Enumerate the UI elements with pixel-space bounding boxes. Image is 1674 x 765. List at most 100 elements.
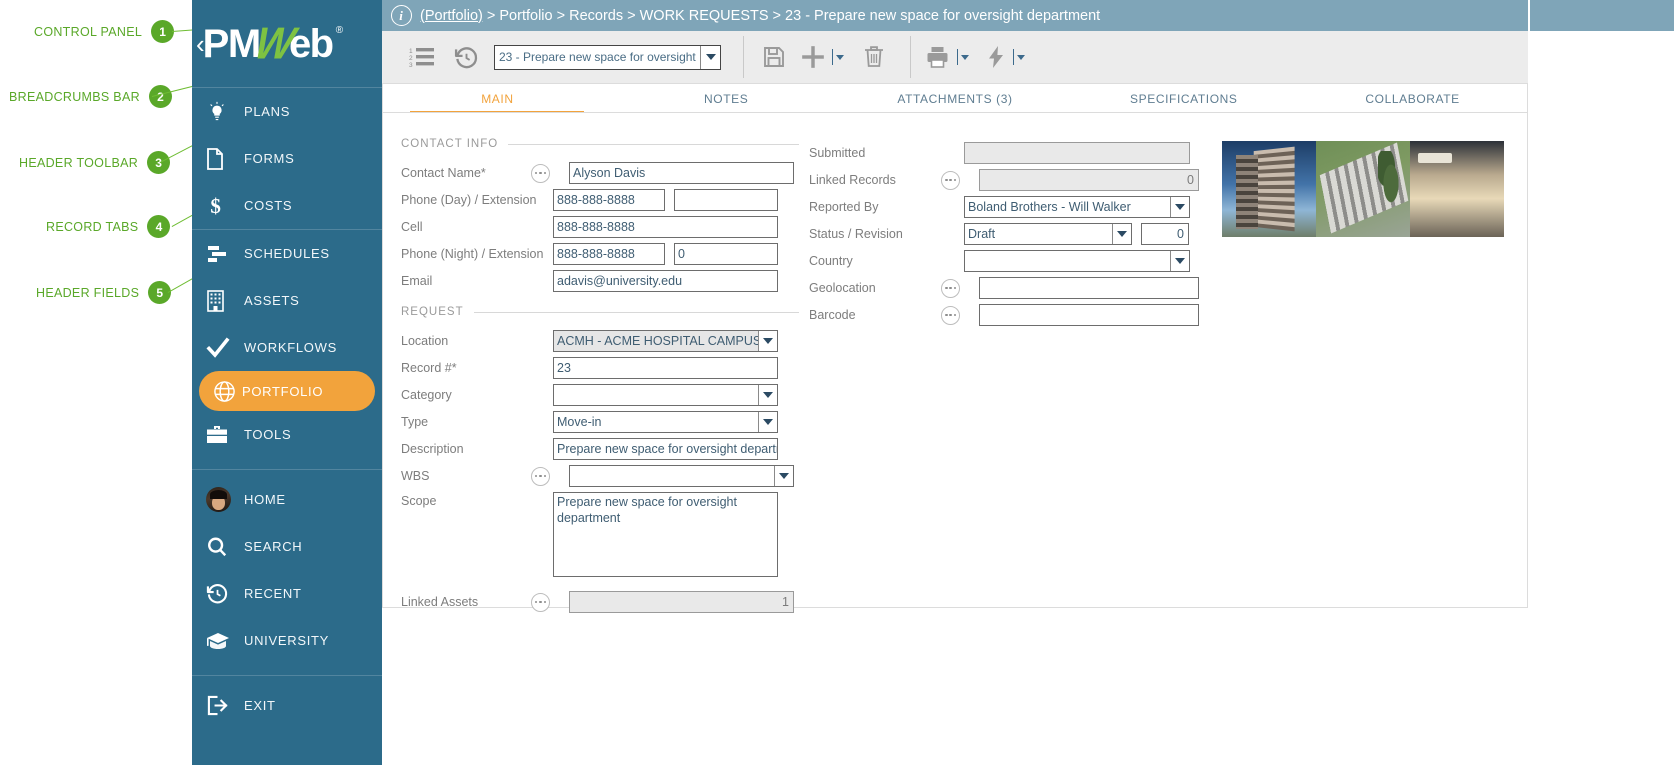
info-icon[interactable]: i	[382, 5, 420, 26]
actions-dropdown[interactable]	[1013, 49, 1025, 65]
contact-name-input[interactable]: Alyson Davis	[569, 162, 794, 184]
tab-main[interactable]: MAIN	[383, 84, 612, 113]
sidebar-item-home[interactable]: HOME	[192, 476, 382, 523]
chevron-down-icon[interactable]	[1170, 197, 1189, 217]
field-description: Description Prepare new space for oversi…	[401, 438, 799, 460]
registered-icon: ®	[336, 26, 342, 36]
section-header-contact-info: CONTACT INFO	[401, 138, 799, 150]
location-select[interactable]: ACMH - ACME HOSPITAL CAMPUS	[553, 330, 778, 352]
office-tower-photo[interactable]	[1222, 141, 1316, 237]
status-select[interactable]: Draft	[964, 223, 1132, 245]
sidebar-item-portfolio[interactable]: PORTFOLIO	[199, 371, 375, 411]
lookup-button[interactable]	[531, 164, 550, 183]
tab-collaborate[interactable]: COLLABORATE	[1298, 84, 1527, 113]
sidebar-item-label: COSTS	[244, 198, 292, 213]
chevron-down-icon[interactable]	[961, 55, 969, 60]
geolocation-input[interactable]	[979, 277, 1199, 299]
country-select[interactable]	[964, 250, 1190, 272]
field-label: Category	[401, 388, 553, 402]
left-column: CONTACT INFO Contact Name* Alyson Davis …	[401, 138, 799, 618]
sidebar-item-plans[interactable]: PLANS	[192, 88, 382, 135]
numbered-list-icon[interactable]: 123	[400, 36, 444, 78]
cell-input[interactable]: 888-888-8888	[553, 216, 778, 238]
chevron-down-icon[interactable]	[700, 46, 720, 69]
field-label: Linked Records	[809, 173, 941, 187]
sidebar-item-label: FORMS	[244, 151, 294, 166]
history-icon[interactable]	[444, 36, 488, 78]
print-button[interactable]	[919, 36, 955, 78]
tab-specifications[interactable]: SPECIFICATIONS	[1069, 84, 1298, 113]
delete-button[interactable]	[852, 36, 896, 78]
lookup-button[interactable]	[531, 593, 550, 612]
chevron-down-icon[interactable]	[774, 466, 793, 486]
tab-label: NOTES	[704, 92, 748, 106]
sidebar-item-costs[interactable]: $ COSTS	[192, 182, 382, 229]
sidebar-item-assets[interactable]: ASSETS	[192, 277, 382, 324]
add-dropdown[interactable]	[832, 49, 844, 65]
linked-records-value: 0	[979, 169, 1199, 191]
lookup-button[interactable]	[941, 306, 960, 325]
tab-notes[interactable]: NOTES	[612, 84, 841, 113]
section-title: CONTACT INFO	[401, 138, 498, 150]
field-label: Location	[401, 334, 553, 348]
sidebar-item-exit[interactable]: EXIT	[192, 682, 382, 729]
annotation-label: RECORD TABS	[46, 220, 138, 234]
print-dropdown[interactable]	[957, 49, 969, 65]
sidebar-item-recent[interactable]: RECENT	[192, 570, 382, 617]
phone-night-extension-input[interactable]: 0	[674, 243, 778, 265]
breadcrumb-root-link[interactable]: (Portfolio)	[420, 8, 483, 24]
site-plan-render[interactable]	[1316, 141, 1410, 237]
record-number-input[interactable]: 23	[553, 357, 778, 379]
sidebar-item-forms[interactable]: FORMS	[192, 135, 382, 182]
record-select[interactable]: 23 - Prepare new space for oversight	[494, 45, 721, 70]
chevron-down-icon[interactable]	[758, 385, 777, 405]
app-logo[interactable]: ‹ PMWeb ®	[192, 0, 382, 87]
reported-by-value: Boland Brothers - Will Walker	[968, 200, 1170, 214]
chevron-down-icon[interactable]	[758, 331, 777, 351]
tab-label: ATTACHMENTS (3)	[897, 92, 1012, 106]
phone-day-extension-input[interactable]	[674, 189, 778, 211]
save-button[interactable]	[752, 36, 796, 78]
reported-by-select[interactable]: Boland Brothers - Will Walker	[964, 196, 1190, 218]
type-select[interactable]: Move-in	[553, 411, 778, 433]
main-region: i (Portfolio) > Portfolio > Records > WO…	[382, 0, 1674, 765]
sidebar-item-schedules[interactable]: SCHEDULES	[192, 230, 382, 277]
chevron-down-icon[interactable]	[1017, 55, 1025, 60]
actions-button[interactable]	[981, 36, 1011, 78]
sidebar-item-workflows[interactable]: WORKFLOWS	[192, 324, 382, 371]
annotation-label: CONTROL PANEL	[34, 25, 142, 39]
toolbar-divider	[910, 36, 911, 78]
phone-night-input[interactable]: 888-888-8888	[553, 243, 665, 265]
submitted-value	[964, 142, 1190, 164]
chevron-down-icon[interactable]	[836, 55, 844, 60]
record-tabs: MAIN NOTES ATTACHMENTS (3) SPECIFICATION…	[382, 83, 1528, 113]
wbs-select[interactable]	[569, 465, 794, 487]
lookup-button[interactable]	[941, 279, 960, 298]
revision-input[interactable]: 0	[1141, 223, 1189, 245]
chevron-down-icon[interactable]	[1170, 251, 1189, 271]
lookup-button[interactable]	[941, 171, 960, 190]
svg-text:$: $	[210, 194, 221, 218]
scope-textarea[interactable]: Prepare new space for oversight departme…	[553, 492, 778, 577]
split-divider	[1013, 49, 1014, 65]
email-input[interactable]: adavis@university.edu	[553, 270, 778, 292]
sidebar-item-search[interactable]: SEARCH	[192, 523, 382, 570]
category-select[interactable]	[553, 384, 778, 406]
linked-assets-value: 1	[569, 591, 794, 613]
description-input[interactable]: Prepare new space for oversight departme…	[553, 438, 778, 460]
lookup-button[interactable]	[531, 467, 550, 486]
barcode-input[interactable]	[979, 304, 1199, 326]
storefront-photo[interactable]	[1410, 141, 1504, 237]
phone-day-input[interactable]: 888-888-8888	[553, 189, 665, 211]
annotation-control-panel: CONTROL PANEL 1	[34, 20, 174, 43]
chevron-down-icon[interactable]	[1112, 224, 1131, 244]
record-thumbnails	[1222, 141, 1504, 237]
tab-attachments[interactable]: ATTACHMENTS (3)	[841, 84, 1070, 113]
sidebar-item-tools[interactable]: TOOLS	[192, 411, 382, 458]
location-value: ACMH - ACME HOSPITAL CAMPUS	[557, 334, 758, 348]
sidebar-item-university[interactable]: UNIVERSITY	[192, 617, 382, 664]
breadcrumb-path: > Portfolio > Records > WORK REQUESTS > …	[483, 8, 1100, 24]
add-button[interactable]	[796, 36, 830, 78]
annotation-label: HEADER FIELDS	[36, 286, 139, 300]
chevron-down-icon[interactable]	[758, 412, 777, 432]
